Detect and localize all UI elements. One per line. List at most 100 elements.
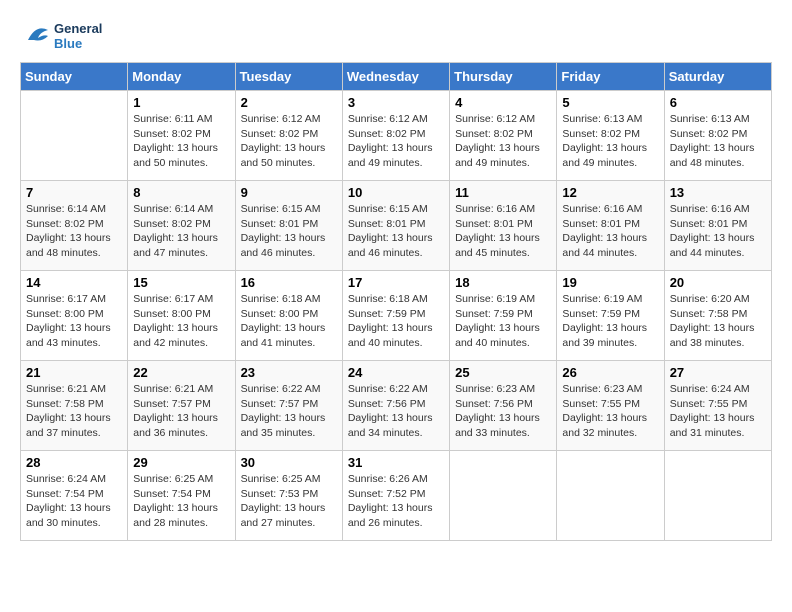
day-number: 17 [348,275,444,290]
calendar-cell [664,451,771,541]
calendar-cell: 8 Sunrise: 6:14 AM Sunset: 8:02 PM Daylig… [128,181,235,271]
day-info: Sunrise: 6:14 AM Sunset: 8:02 PM Dayligh… [26,202,122,261]
day-info: Sunrise: 6:13 AM Sunset: 8:02 PM Dayligh… [670,112,766,171]
day-info: Sunrise: 6:23 AM Sunset: 7:55 PM Dayligh… [562,382,658,441]
page-header: General Blue [20,20,772,52]
logo-general-text: General [54,21,102,36]
calendar-cell: 15 Sunrise: 6:17 AM Sunset: 8:00 PM Dayli… [128,271,235,361]
day-number: 10 [348,185,444,200]
day-number: 31 [348,455,444,470]
day-number: 23 [241,365,337,380]
day-info: Sunrise: 6:11 AM Sunset: 8:02 PM Dayligh… [133,112,229,171]
day-number: 26 [562,365,658,380]
calendar-cell [557,451,664,541]
day-info: Sunrise: 6:12 AM Sunset: 8:02 PM Dayligh… [348,112,444,171]
day-info: Sunrise: 6:25 AM Sunset: 7:53 PM Dayligh… [241,472,337,531]
day-info: Sunrise: 6:25 AM Sunset: 7:54 PM Dayligh… [133,472,229,531]
day-info: Sunrise: 6:22 AM Sunset: 7:57 PM Dayligh… [241,382,337,441]
weekday-header-sunday: Sunday [21,63,128,91]
day-info: Sunrise: 6:17 AM Sunset: 8:00 PM Dayligh… [133,292,229,351]
day-info: Sunrise: 6:24 AM Sunset: 7:55 PM Dayligh… [670,382,766,441]
weekday-header-row: SundayMondayTuesdayWednesdayThursdayFrid… [21,63,772,91]
calendar-cell: 28 Sunrise: 6:24 AM Sunset: 7:54 PM Dayli… [21,451,128,541]
weekday-header-monday: Monday [128,63,235,91]
calendar-cell: 16 Sunrise: 6:18 AM Sunset: 8:00 PM Dayli… [235,271,342,361]
calendar-cell: 29 Sunrise: 6:25 AM Sunset: 7:54 PM Dayli… [128,451,235,541]
day-info: Sunrise: 6:21 AM Sunset: 7:57 PM Dayligh… [133,382,229,441]
day-info: Sunrise: 6:23 AM Sunset: 7:56 PM Dayligh… [455,382,551,441]
day-number: 7 [26,185,122,200]
calendar-cell: 14Sunrise: 6:17 AM Sunset: 8:00 PM Dayli… [21,271,128,361]
day-info: Sunrise: 6:19 AM Sunset: 7:59 PM Dayligh… [562,292,658,351]
logo: General Blue [20,20,102,52]
calendar-cell: 7 Sunrise: 6:14 AM Sunset: 8:02 PM Daylig… [21,181,128,271]
day-info: Sunrise: 6:14 AM Sunset: 8:02 PM Dayligh… [133,202,229,261]
day-number: 28 [26,455,122,470]
calendar-cell: 1 Sunrise: 6:11 AM Sunset: 8:02 PM Daylig… [128,91,235,181]
calendar-cell: 19 Sunrise: 6:19 AM Sunset: 7:59 PM Dayli… [557,271,664,361]
calendar-cell: 21Sunrise: 6:21 AM Sunset: 7:58 PM Dayli… [21,361,128,451]
weekday-header-tuesday: Tuesday [235,63,342,91]
week-row-4: 21Sunrise: 6:21 AM Sunset: 7:58 PM Dayli… [21,361,772,451]
calendar-cell: 6 Sunrise: 6:13 AM Sunset: 8:02 PM Daylig… [664,91,771,181]
day-info: Sunrise: 6:16 AM Sunset: 8:01 PM Dayligh… [455,202,551,261]
day-info: Sunrise: 6:16 AM Sunset: 8:01 PM Dayligh… [670,202,766,261]
day-info: Sunrise: 6:12 AM Sunset: 8:02 PM Dayligh… [455,112,551,171]
calendar-cell: 25 Sunrise: 6:23 AM Sunset: 7:56 PM Dayli… [450,361,557,451]
calendar-cell: 11 Sunrise: 6:16 AM Sunset: 8:01 PM Dayli… [450,181,557,271]
week-row-3: 14Sunrise: 6:17 AM Sunset: 8:00 PM Dayli… [21,271,772,361]
day-number: 15 [133,275,229,290]
day-info: Sunrise: 6:22 AM Sunset: 7:56 PM Dayligh… [348,382,444,441]
day-number: 2 [241,95,337,110]
calendar-cell [21,91,128,181]
day-info: Sunrise: 6:18 AM Sunset: 8:00 PM Dayligh… [241,292,337,351]
day-info: Sunrise: 6:24 AM Sunset: 7:54 PM Dayligh… [26,472,122,531]
day-info: Sunrise: 6:17 AM Sunset: 8:00 PM Dayligh… [26,292,122,351]
calendar-cell: 12 Sunrise: 6:16 AM Sunset: 8:01 PM Dayli… [557,181,664,271]
calendar-cell: 23 Sunrise: 6:22 AM Sunset: 7:57 PM Dayli… [235,361,342,451]
weekday-header-friday: Friday [557,63,664,91]
calendar-cell: 22Sunrise: 6:21 AM Sunset: 7:57 PM Dayli… [128,361,235,451]
week-row-5: 28 Sunrise: 6:24 AM Sunset: 7:54 PM Dayli… [21,451,772,541]
calendar-cell: 2Sunrise: 6:12 AM Sunset: 8:02 PM Daylig… [235,91,342,181]
logo-blue-text: Blue [54,36,102,51]
day-number: 11 [455,185,551,200]
calendar-cell [450,451,557,541]
logo-bird-icon [20,20,52,52]
calendar-cell: 4 Sunrise: 6:12 AM Sunset: 8:02 PM Daylig… [450,91,557,181]
day-info: Sunrise: 6:16 AM Sunset: 8:01 PM Dayligh… [562,202,658,261]
calendar-cell: 24Sunrise: 6:22 AM Sunset: 7:56 PM Dayli… [342,361,449,451]
calendar-cell: 17 Sunrise: 6:18 AM Sunset: 7:59 PM Dayli… [342,271,449,361]
calendar-table: SundayMondayTuesdayWednesdayThursdayFrid… [20,62,772,541]
day-number: 3 [348,95,444,110]
day-number: 27 [670,365,766,380]
day-number: 13 [670,185,766,200]
day-number: 8 [133,185,229,200]
day-number: 25 [455,365,551,380]
day-number: 16 [241,275,337,290]
day-number: 12 [562,185,658,200]
day-number: 20 [670,275,766,290]
day-number: 6 [670,95,766,110]
calendar-cell: 5Sunrise: 6:13 AM Sunset: 8:02 PM Daylig… [557,91,664,181]
weekday-header-wednesday: Wednesday [342,63,449,91]
calendar-cell: 9Sunrise: 6:15 AM Sunset: 8:01 PM Daylig… [235,181,342,271]
day-info: Sunrise: 6:18 AM Sunset: 7:59 PM Dayligh… [348,292,444,351]
calendar-cell: 30Sunrise: 6:25 AM Sunset: 7:53 PM Dayli… [235,451,342,541]
weekday-header-saturday: Saturday [664,63,771,91]
day-number: 29 [133,455,229,470]
day-info: Sunrise: 6:15 AM Sunset: 8:01 PM Dayligh… [241,202,337,261]
day-number: 1 [133,95,229,110]
calendar-cell: 20 Sunrise: 6:20 AM Sunset: 7:58 PM Dayli… [664,271,771,361]
calendar-cell: 13 Sunrise: 6:16 AM Sunset: 8:01 PM Dayli… [664,181,771,271]
calendar-cell: 26 Sunrise: 6:23 AM Sunset: 7:55 PM Dayli… [557,361,664,451]
calendar-cell: 10 Sunrise: 6:15 AM Sunset: 8:01 PM Dayli… [342,181,449,271]
day-info: Sunrise: 6:21 AM Sunset: 7:58 PM Dayligh… [26,382,122,441]
day-number: 19 [562,275,658,290]
day-info: Sunrise: 6:19 AM Sunset: 7:59 PM Dayligh… [455,292,551,351]
day-info: Sunrise: 6:26 AM Sunset: 7:52 PM Dayligh… [348,472,444,531]
day-number: 18 [455,275,551,290]
day-number: 4 [455,95,551,110]
day-info: Sunrise: 6:15 AM Sunset: 8:01 PM Dayligh… [348,202,444,261]
day-info: Sunrise: 6:20 AM Sunset: 7:58 PM Dayligh… [670,292,766,351]
